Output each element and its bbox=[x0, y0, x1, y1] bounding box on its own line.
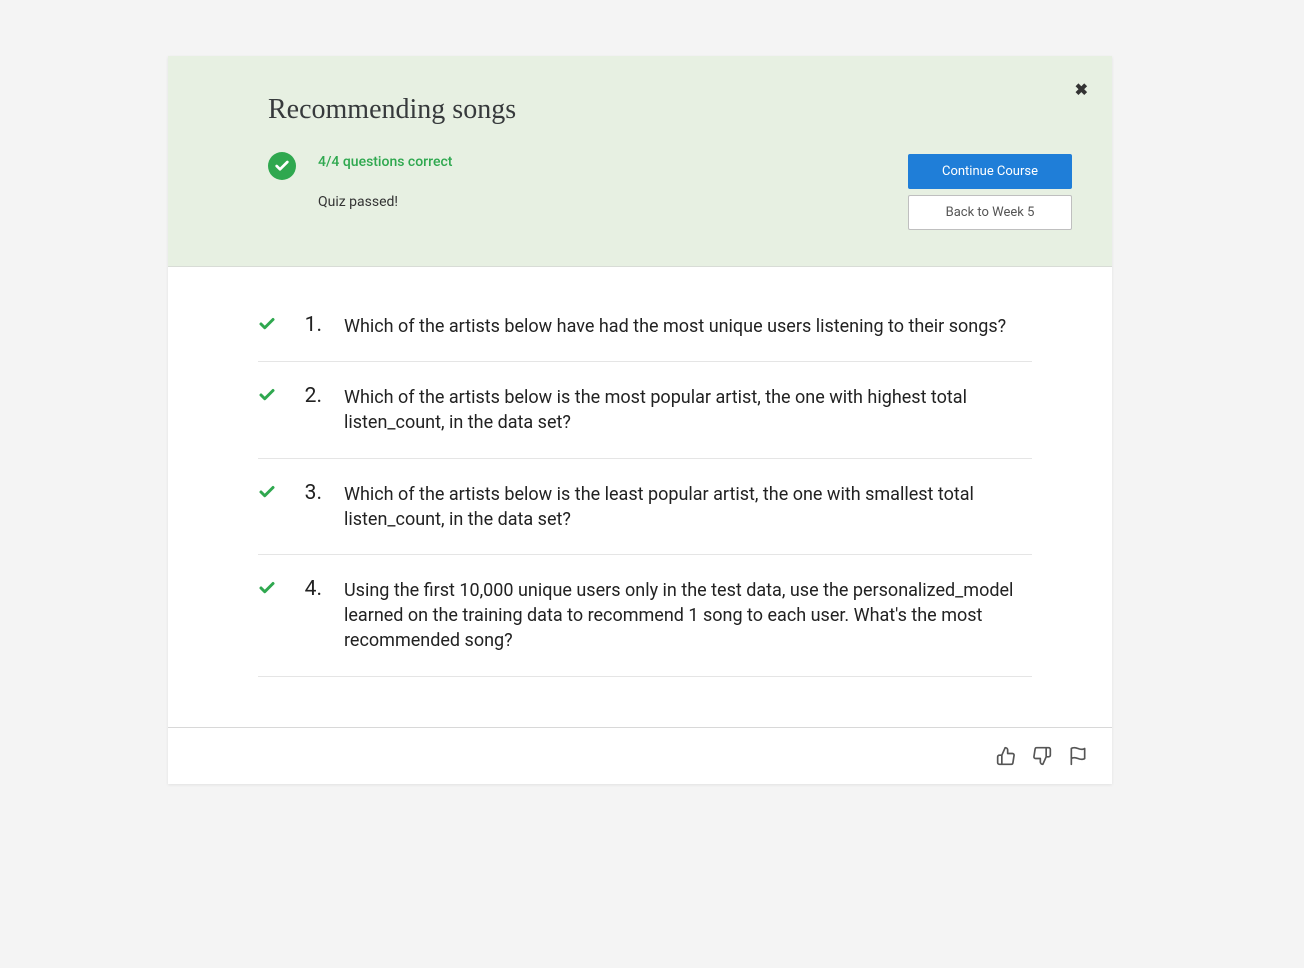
question-row[interactable]: 4. Using the first 10,000 unique users o… bbox=[258, 555, 1032, 677]
quiz-header: ✖ Recommending songs 4/4 questions corre… bbox=[168, 56, 1112, 267]
status-row: 4/4 questions correct Quiz passed! Conti… bbox=[268, 154, 1072, 230]
status-text: 4/4 questions correct Quiz passed! bbox=[318, 154, 452, 210]
question-text: Which of the artists below is the most p… bbox=[344, 384, 1032, 435]
status-left: 4/4 questions correct Quiz passed! bbox=[268, 154, 908, 210]
question-number: 4. bbox=[298, 577, 322, 601]
check-icon bbox=[258, 483, 276, 505]
question-row[interactable]: 1. Which of the artists below have had t… bbox=[258, 291, 1032, 362]
question-number: 3. bbox=[298, 481, 322, 505]
quiz-title: Recommending songs bbox=[268, 94, 1072, 126]
question-row[interactable]: 2. Which of the artists below is the mos… bbox=[258, 362, 1032, 458]
continue-course-button[interactable]: Continue Course bbox=[908, 154, 1072, 189]
quiz-result-panel: ✖ Recommending songs 4/4 questions corre… bbox=[168, 56, 1112, 784]
flag-icon[interactable] bbox=[1068, 746, 1088, 766]
question-number: 1. bbox=[298, 313, 322, 337]
question-list: 1. Which of the artists below have had t… bbox=[168, 267, 1112, 727]
question-number: 2. bbox=[298, 384, 322, 408]
thumbs-down-icon[interactable] bbox=[1032, 746, 1052, 766]
back-to-week-button[interactable]: Back to Week 5 bbox=[908, 195, 1072, 230]
question-text: Using the first 10,000 unique users only… bbox=[344, 577, 1032, 654]
check-icon bbox=[258, 579, 276, 601]
question-text: Which of the artists below have had the … bbox=[344, 313, 1006, 339]
thumbs-up-icon[interactable] bbox=[996, 746, 1016, 766]
check-icon bbox=[258, 315, 276, 337]
question-text: Which of the artists below is the least … bbox=[344, 481, 1032, 532]
check-circle-icon bbox=[268, 152, 296, 180]
button-column: Continue Course Back to Week 5 bbox=[908, 154, 1072, 230]
close-icon[interactable]: ✖ bbox=[1075, 80, 1088, 99]
passed-label: Quiz passed! bbox=[318, 194, 452, 210]
score-label: 4/4 questions correct bbox=[318, 154, 452, 170]
question-row[interactable]: 3. Which of the artists below is the lea… bbox=[258, 459, 1032, 555]
check-icon bbox=[258, 386, 276, 408]
feedback-footer bbox=[168, 727, 1112, 784]
